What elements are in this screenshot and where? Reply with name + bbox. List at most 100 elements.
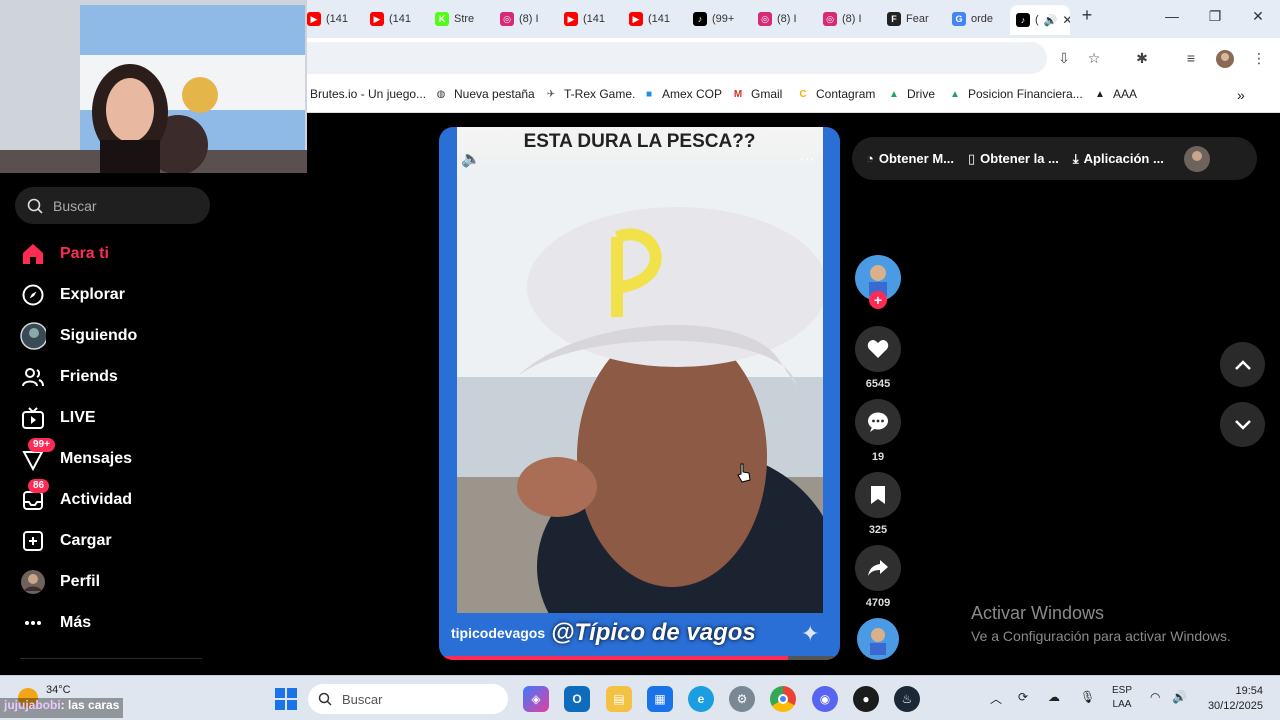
obs-icon[interactable]: ● [853,686,879,712]
more-bookmarks-icon[interactable]: » [1237,87,1245,103]
chrome-icon[interactable] [770,686,796,712]
nav-actividad[interactable]: 86 Actividad [20,479,132,513]
get-coins-button[interactable]: ◔ Obtener M... [866,151,954,166]
bookmark-4[interactable]: M Gmail [731,87,783,101]
bookmark-2[interactable]: ✈ T-Rex Game. [544,87,636,101]
tab-7[interactable]: ◎ (8) I [758,8,814,30]
bookmark-star-icon[interactable]: ☆ [1084,50,1104,67]
menu-kebab-icon[interactable]: ⋮ [1249,50,1269,67]
video-player[interactable]: ESTA DURA LA PESCA?? 🔈 ⋯ tipicodevagos @… [439,127,840,660]
tab-9[interactable]: F Fear [887,8,943,30]
close-window-button[interactable]: ✕ [1246,8,1270,25]
like-button[interactable]: 6545 [855,326,901,390]
nav-live[interactable]: LIVE [20,405,96,431]
nav-mas[interactable]: Más [20,610,91,636]
search-input[interactable]: Buscar [15,187,210,224]
video-author[interactable]: tipicodevagos [451,625,545,641]
microphone-icon[interactable]: 🎙 [1080,690,1095,704]
tab-2[interactable]: K Stre [435,8,491,30]
show-hidden-icons[interactable]: ︿ [990,690,1002,707]
compass-icon [20,282,46,308]
profile-avatar-icon[interactable] [1215,50,1235,71]
bookmark-5[interactable]: C Contagram [796,87,875,101]
install-app-icon[interactable]: ⇩ [1054,50,1074,67]
tab-active[interactable]: ♪ ( 🔊 ✕ [1010,5,1070,35]
tab-8[interactable]: ◎ (8) I [823,8,879,30]
save-button[interactable]: 325 [855,472,901,536]
nav-cargar[interactable]: Cargar [20,528,112,554]
nav-para-ti[interactable]: Para ti [20,241,109,267]
tab-close-icon[interactable]: ✕ [1062,13,1070,27]
sound-disc[interactable] [855,618,901,665]
save-count: 325 [868,524,888,536]
fear-icon: F [887,12,901,26]
taskbar-search[interactable]: Buscar [308,684,508,714]
copilot-icon[interactable]: ◈ [523,686,549,712]
tab-5[interactable]: ▶ (141 [629,8,685,30]
nav-friends[interactable]: Friends [20,364,118,390]
search-placeholder: Buscar [53,197,97,214]
outlook-icon[interactable]: O [564,686,590,712]
bookmark-3[interactable]: ■ Amex COP [642,87,722,101]
settings-gear-icon[interactable]: ⚙ [729,686,755,712]
nav-explorar[interactable]: Explorar [20,282,125,308]
sparkle-icon: ✦ [801,621,820,646]
system-clock[interactable]: 19:54 30/12/2025 [1205,684,1263,714]
download-icon: ⤓ [1072,150,1079,166]
bookmark-7[interactable]: ▲ Posicion Financiera... [948,87,1083,101]
onedrive-icon[interactable]: ☁ [1048,690,1060,704]
tab-1[interactable]: ▶ (141 [370,8,426,30]
volume-icon[interactable]: 🔊 [1172,690,1187,704]
store-icon[interactable]: ▦ [647,686,673,712]
nav-mensajes[interactable]: 99+ Mensajes [20,438,132,472]
share-button[interactable]: 4709 [855,545,901,609]
bookmark-0[interactable]: Brutes.io - Un juego... [310,87,426,101]
bookmark-8[interactable]: ▲ AAA [1093,87,1137,101]
video-progress-bar[interactable] [439,656,840,660]
file-explorer-icon[interactable]: ▤ [606,686,632,712]
extensions-icon[interactable]: ✱ [1132,50,1152,67]
nav-siguiendo[interactable]: Siguiendo [20,322,137,350]
youtube-icon: ▶ [629,12,643,26]
user-avatar-icon[interactable] [1183,145,1210,172]
tab-4[interactable]: ▶ (141 [564,8,620,30]
wifi-icon[interactable]: ◠ [1150,690,1160,704]
start-windows-icon[interactable] [273,686,299,712]
edge-icon[interactable]: e [688,686,714,712]
tab-label: (99+ [712,13,735,25]
language-indicator[interactable]: ESP LAA [1112,684,1132,712]
bookmark-label: Brutes.io - Un juego... [310,87,427,101]
video-progress-fill [439,656,788,660]
tab-6[interactable]: ♪ (99+ [693,8,749,30]
next-video-button[interactable] [1220,402,1265,447]
nav-label: Para ti [60,245,109,262]
new-tab-button[interactable]: + [1075,5,1099,26]
tab-3[interactable]: ◎ (8) I [500,8,556,30]
weather-temperature[interactable]: 34°C [46,684,71,696]
tab-label: (8) I [842,13,862,25]
video-more-icon[interactable]: ⋯ [799,149,815,169]
mute-icon[interactable]: 🔈 [461,149,481,169]
previous-video-button[interactable] [1220,342,1265,387]
hand-cursor-icon [736,463,752,488]
get-app-button[interactable]: ▯ Obtener la ... [968,151,1059,167]
bookmark-label: Gmail [751,87,783,101]
desktop-app-button[interactable]: ⤓ Aplicación ... [1073,151,1164,167]
nav-perfil[interactable]: Perfil [20,569,100,595]
media-control-icon[interactable]: ≡ [1181,50,1201,66]
bookmark-6[interactable]: ▲ Drive [887,87,935,101]
tab-0[interactable]: ▶ (141 [307,8,363,30]
bookmark-1[interactable]: ◍ Nueva pestaña [434,87,535,101]
steam-icon[interactable]: ♨ [894,686,920,712]
restore-button[interactable]: ❐ [1203,8,1227,25]
address-bar[interactable] [307,42,1047,74]
follow-plus-icon[interactable]: + [869,291,887,309]
discord-icon[interactable]: ◉ [812,686,838,712]
sync-icon[interactable]: ⟳ [1018,690,1028,704]
comment-button[interactable]: 19 [855,399,901,463]
creator-avatar[interactable]: + [855,255,901,309]
inbox-icon: 86 [20,479,50,513]
minimize-button[interactable]: — [1160,8,1184,24]
tab-10[interactable]: Gorde [952,8,1008,30]
chat-text: : las caras [60,698,120,712]
